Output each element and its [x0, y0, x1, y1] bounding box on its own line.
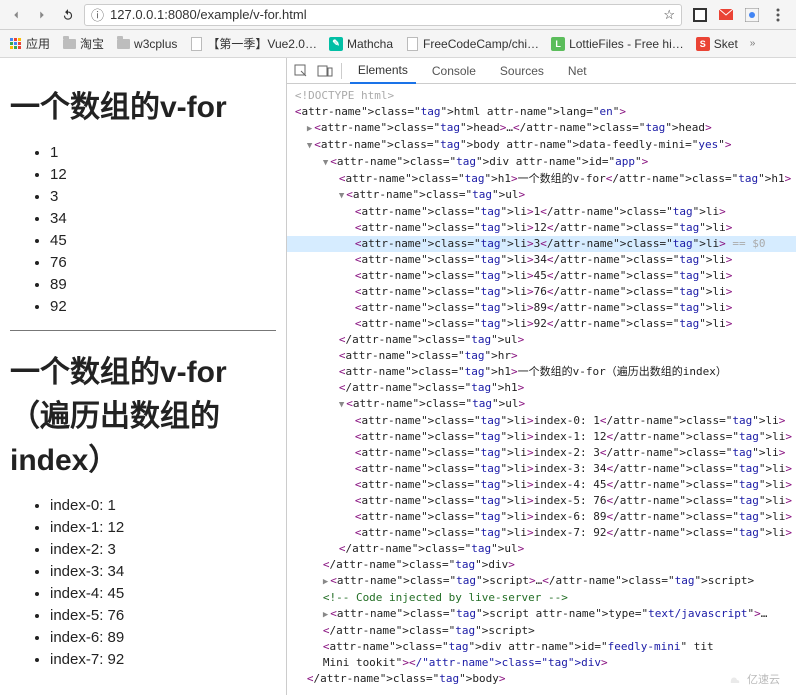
bookmark-page-3[interactable]: FreeCodeCamp/chi…	[405, 37, 539, 51]
watermark: 亿速云	[717, 669, 790, 689]
list-item: 92	[50, 296, 276, 318]
tab-network[interactable]: Net	[560, 58, 595, 84]
devtools: Elements Console Sources Net <!DOCTYPE h…	[286, 58, 796, 695]
back-button[interactable]	[6, 5, 26, 25]
heading-2: 一个数组的v-for（遍历出数组的index）	[10, 347, 276, 479]
address-bar[interactable]: ⓘ 127.0.0.1:8080/example/v-for.html ☆	[84, 4, 682, 26]
list-item: index-4: 45	[50, 583, 276, 605]
hr	[10, 330, 276, 331]
elements-tree[interactable]: <!DOCTYPE html><attr-name">class="tag">h…	[287, 84, 796, 695]
url-text: 127.0.0.1:8080/example/v-for.html	[110, 7, 663, 22]
bookmark-label: Sket	[714, 37, 738, 51]
extension-icon-gmail[interactable]	[718, 7, 734, 23]
list-item: 45	[50, 230, 276, 252]
reload-button[interactable]	[58, 5, 78, 25]
star-icon[interactable]: ☆	[663, 7, 675, 23]
bookmark-folder-2[interactable]: w3cplus	[116, 37, 177, 51]
bookmark-label: 应用	[26, 35, 50, 52]
list-item: index-5: 76	[50, 605, 276, 627]
bookmark-sketch[interactable]: S Sket	[696, 37, 738, 51]
list-item: 1	[50, 142, 276, 164]
list-item: 3	[50, 186, 276, 208]
device-icon[interactable]	[317, 63, 333, 79]
bookmark-mathcha[interactable]: ✎ Mathcha	[329, 37, 393, 51]
menu-icon[interactable]	[770, 7, 786, 23]
extension-icon-1[interactable]	[692, 7, 708, 23]
bookmark-label: 【第一季】Vue2.0…	[207, 35, 317, 52]
workspace: 一个数组的v-for 11233445768992 一个数组的v-for（遍历出…	[0, 58, 796, 695]
list-1: 11233445768992	[10, 142, 276, 318]
list-item: index-2: 3	[50, 539, 276, 561]
tab-sources[interactable]: Sources	[492, 58, 552, 84]
heading-1: 一个数组的v-for	[10, 82, 276, 126]
page-content: 一个数组的v-for 11233445768992 一个数组的v-for（遍历出…	[0, 58, 286, 695]
bookmark-apps[interactable]: 应用	[8, 35, 50, 52]
extension-icons	[688, 7, 790, 23]
list-2: index-0: 1index-1: 12index-2: 3index-3: …	[10, 495, 276, 671]
bookmark-label: LottieFiles - Free hi…	[569, 37, 684, 51]
bookmark-page-1[interactable]: 【第一季】Vue2.0…	[189, 35, 317, 52]
devtools-toolbar: Elements Console Sources Net	[287, 58, 796, 84]
list-item: 89	[50, 274, 276, 296]
inspect-icon[interactable]	[293, 63, 309, 79]
bookmark-lottie[interactable]: L LottieFiles - Free hi…	[551, 37, 684, 51]
bookmark-folder-1[interactable]: 淘宝	[62, 35, 104, 52]
tab-elements[interactable]: Elements	[350, 58, 416, 84]
browser-toolbar: ⓘ 127.0.0.1:8080/example/v-for.html ☆	[0, 0, 796, 30]
bookmark-label: FreeCodeCamp/chi…	[423, 37, 539, 51]
site-info-icon[interactable]: ⓘ	[91, 5, 104, 24]
tab-console[interactable]: Console	[424, 58, 484, 84]
list-item: 12	[50, 164, 276, 186]
list-item: 76	[50, 252, 276, 274]
list-item: index-6: 89	[50, 627, 276, 649]
forward-button[interactable]	[32, 5, 52, 25]
bookmarks-overflow-icon[interactable]: »	[750, 38, 756, 49]
bookmark-label: 淘宝	[80, 35, 104, 52]
list-item: index-7: 92	[50, 649, 276, 671]
bookmarks-bar: 应用 淘宝 w3cplus 【第一季】Vue2.0… ✎ Mathcha Fre…	[0, 30, 796, 58]
list-item: index-0: 1	[50, 495, 276, 517]
bookmark-label: Mathcha	[347, 37, 393, 51]
extension-icon-2[interactable]	[744, 7, 760, 23]
list-item: index-1: 12	[50, 517, 276, 539]
list-item: 34	[50, 208, 276, 230]
bookmark-label: w3cplus	[134, 37, 177, 51]
list-item: index-3: 34	[50, 561, 276, 583]
